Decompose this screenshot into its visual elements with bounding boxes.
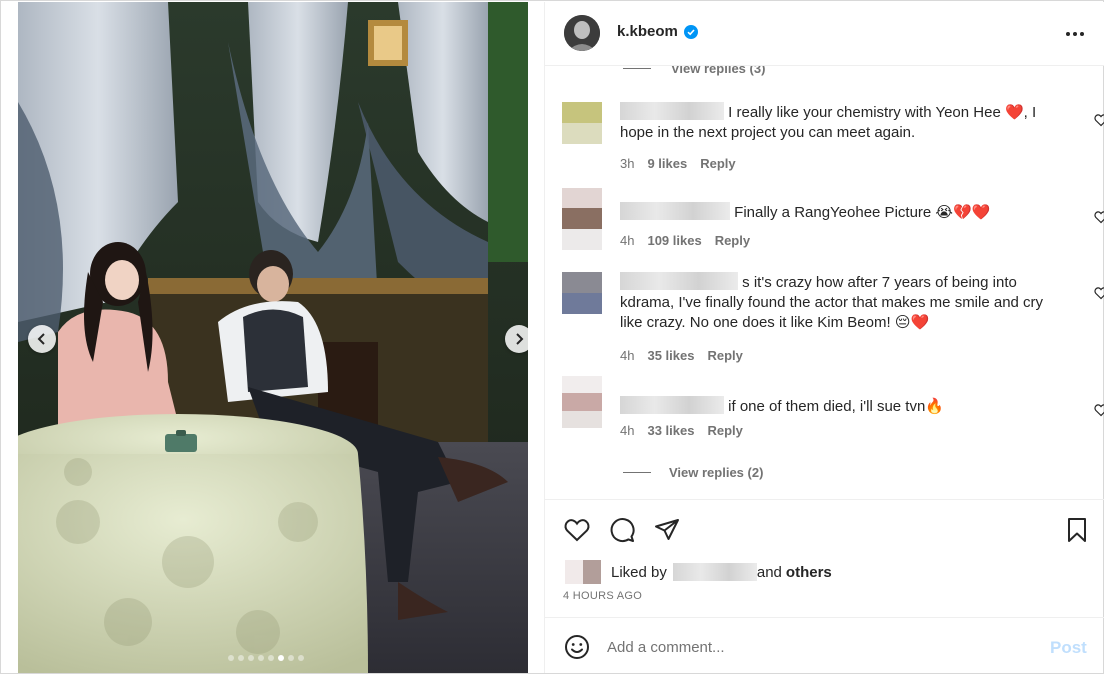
like-comment-heart-icon[interactable] [1094,286,1104,300]
comment-meta: 4h 109 likes Reply [620,233,750,248]
carousel-indicator [228,655,304,661]
post-actions: Liked by and others 4 HOURS AGO [545,500,1104,618]
comment-icon[interactable] [608,516,636,544]
comment-text-wrap: Finally a RangYeohee Picture 😭💔❤️ [620,202,1060,223]
comment-meta: 4h 33 likes Reply [620,423,743,438]
instagram-post-window: k.kbeom View replies (3) I really like y… [0,0,1104,674]
reply-button[interactable]: Reply [715,233,750,248]
add-comment-bar: Post [545,618,1104,673]
author-username[interactable]: k.kbeom [617,23,678,40]
photo-illustration [18,2,528,673]
carousel-dot [288,655,294,661]
bookmark-icon[interactable] [1063,516,1091,544]
redacted-username [620,102,724,120]
comment-likes[interactable]: 109 likes [647,233,701,248]
comment-time: 4h [620,233,635,248]
verified-badge-icon [684,25,698,39]
replies-line [623,68,651,69]
commenter-avatar[interactable] [562,272,602,314]
carousel-dot [298,655,304,661]
liked-by-and: and [756,563,782,581]
comment-text: Finally a RangYeohee Picture 😭💔❤️ [734,204,991,221]
chevron-left-icon [37,333,45,345]
liked-by-prefix: Liked by [611,563,667,581]
chevron-right-icon [516,333,524,345]
view-replies-bottom[interactable]: View replies (2) [623,465,763,480]
post-photo[interactable] [18,2,528,673]
commenter-avatar[interactable] [562,188,602,250]
others-link[interactable]: others [786,564,832,581]
heart-icon[interactable] [563,516,591,544]
carousel-dot [238,655,244,661]
reply-button[interactable]: Reply [700,156,735,171]
redacted-username [620,396,724,414]
avatar-image [564,15,600,51]
comment-meta: 4h 35 likes Reply [620,348,743,363]
view-replies-top-label: View replies (3) [671,66,766,76]
carousel-next-button[interactable] [505,325,528,353]
redacted-username [620,202,730,220]
redacted-liker[interactable] [672,563,757,581]
commenter-avatar[interactable] [562,102,602,144]
comments-list[interactable]: View replies (3) I really like your chem… [545,66,1104,500]
like-comment-heart-icon[interactable] [1094,113,1104,127]
reply-button[interactable]: Reply [707,423,742,438]
carousel-dot [278,655,284,661]
carousel-dot [258,655,264,661]
comment-time: 4h [620,348,635,363]
carousel-dot [228,655,234,661]
more-options-button[interactable] [1063,22,1087,46]
carousel-prev-button[interactable] [28,325,56,353]
carousel-dot [268,655,274,661]
comment-likes[interactable]: 9 likes [647,156,687,171]
liked-by-row: Liked by and others [565,560,832,584]
redacted-username [620,272,738,290]
comment-text-wrap: I really like your chemistry with Yeon H… [620,102,1060,143]
liker-avatar[interactable] [565,560,601,584]
commenter-avatar[interactable] [562,376,602,428]
carousel-dot [248,655,254,661]
post-timestamp: 4 HOURS AGO [563,590,643,602]
comment-text: if one of them died, i'll sue tvn🔥 [728,398,944,415]
comment-likes[interactable]: 35 likes [647,348,694,363]
comment-text-wrap: s it's crazy how after 7 years of being … [620,272,1060,333]
comment-likes[interactable]: 33 likes [647,423,694,438]
comment-meta: 3h 9 likes Reply [620,156,736,171]
comment-time: 4h [620,423,635,438]
emoji-icon[interactable] [564,634,590,660]
post-header: k.kbeom [545,2,1104,66]
share-icon[interactable] [653,516,681,544]
post-details-panel: k.kbeom View replies (3) I really like y… [544,2,1104,673]
reply-button[interactable]: Reply [707,348,742,363]
comment-text-wrap: if one of them died, i'll sue tvn🔥 [620,396,1060,417]
like-comment-heart-icon[interactable] [1094,210,1104,224]
author-avatar[interactable] [564,15,600,51]
more-icon [1066,32,1084,36]
like-comment-heart-icon[interactable] [1094,403,1104,417]
view-replies-top[interactable]: View replies (3) [623,66,765,76]
comment-time: 3h [620,156,635,171]
view-replies-bottom-label: View replies (2) [669,465,764,480]
post-comment-button[interactable]: Post [1050,638,1087,658]
comment-input[interactable] [607,636,1027,658]
replies-line [623,472,651,473]
